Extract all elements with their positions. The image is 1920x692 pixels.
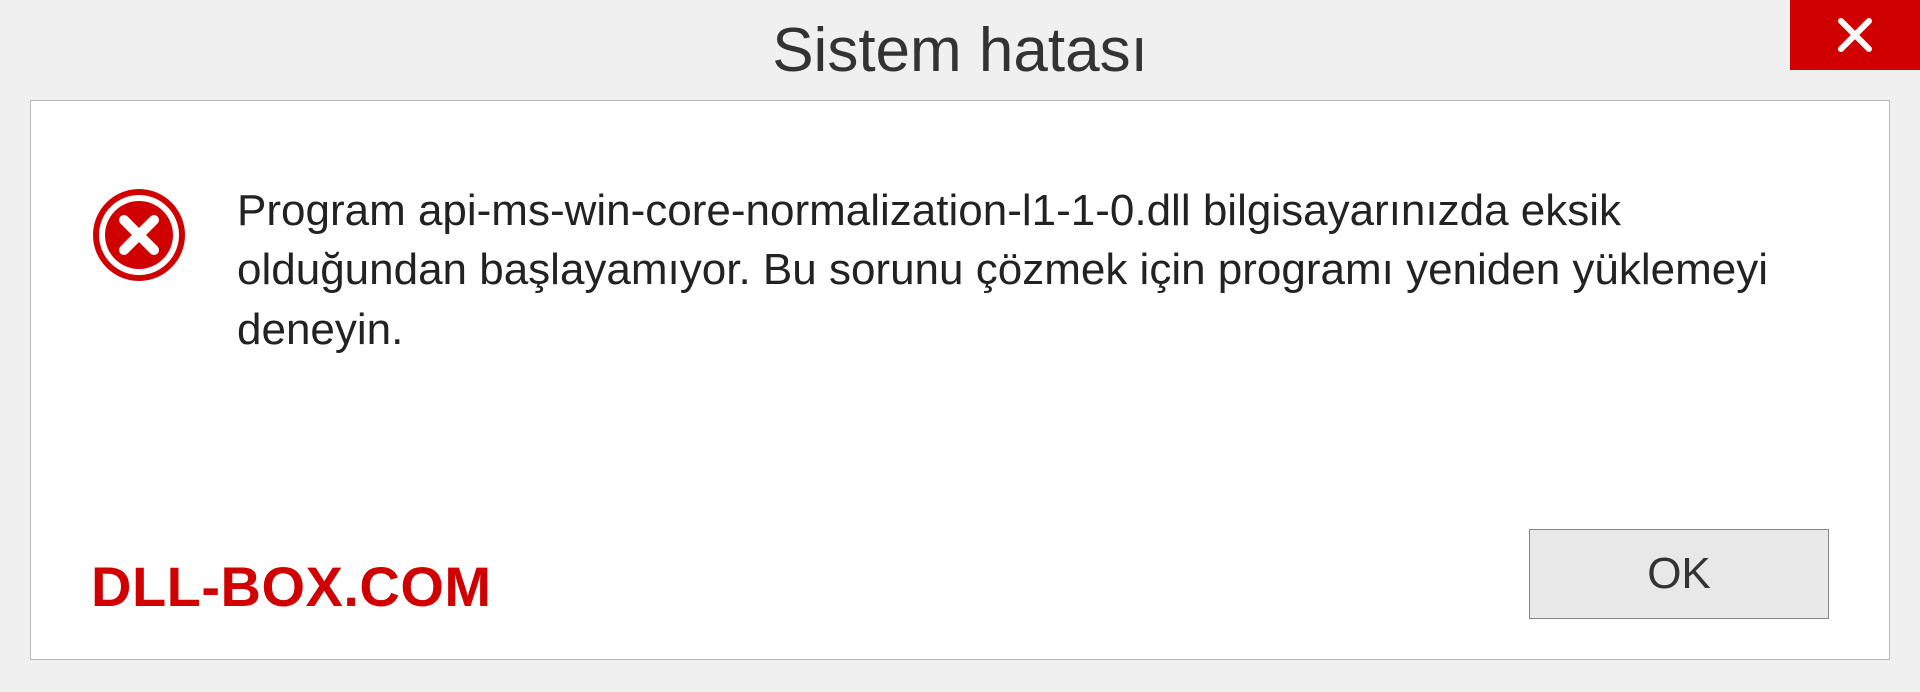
close-button[interactable] bbox=[1790, 0, 1920, 70]
content-panel: Program api-ms-win-core-normalization-l1… bbox=[30, 100, 1890, 660]
ok-button-label: OK bbox=[1647, 549, 1711, 599]
footer-row: DLL-BOX.COM OK bbox=[91, 529, 1829, 619]
dialog-title: Sistem hatası bbox=[772, 15, 1148, 86]
ok-button[interactable]: OK bbox=[1529, 529, 1829, 619]
error-message: Program api-ms-win-core-normalization-l1… bbox=[237, 181, 1817, 359]
titlebar: Sistem hatası bbox=[0, 0, 1920, 100]
watermark-text: DLL-BOX.COM bbox=[91, 554, 492, 619]
error-dialog: Sistem hatası Program api-ms-win-core-no… bbox=[0, 0, 1920, 692]
error-icon bbox=[91, 187, 187, 283]
message-row: Program api-ms-win-core-normalization-l1… bbox=[91, 181, 1829, 499]
close-icon bbox=[1833, 13, 1877, 57]
